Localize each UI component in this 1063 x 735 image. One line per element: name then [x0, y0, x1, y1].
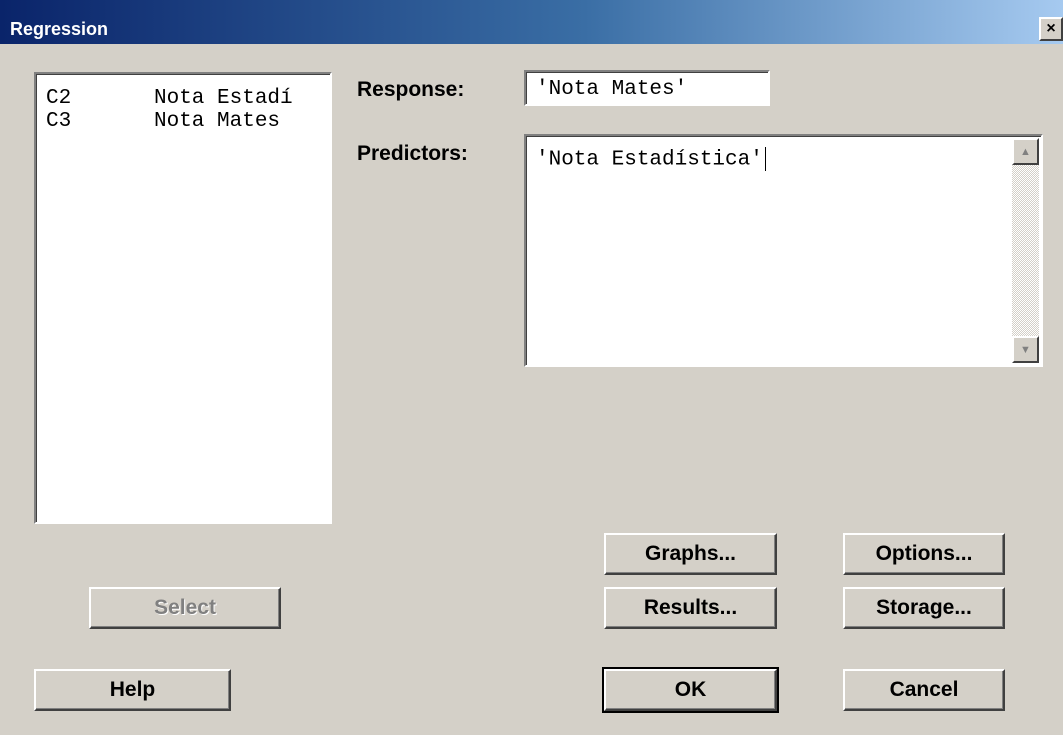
response-value: 'Nota Mates': [536, 78, 688, 101]
column-name: Nota Estadí: [154, 87, 293, 110]
predictors-value: 'Nota Estadística': [536, 147, 766, 171]
storage-button[interactable]: Storage...: [843, 587, 1005, 629]
list-item[interactable]: C2 Nota Estadí: [46, 88, 293, 109]
scroll-up-icon[interactable]: ▲: [1012, 138, 1039, 165]
list-item[interactable]: C3 Nota Mates: [46, 111, 280, 132]
select-button[interactable]: Select: [89, 587, 281, 629]
window-title: Regression: [10, 19, 109, 39]
help-button[interactable]: Help: [34, 669, 231, 711]
column-id: C2: [46, 87, 72, 110]
column-name: Nota Mates: [154, 110, 281, 133]
regression-dialog: Regression × C2 Nota Estadí C3 Nota Mates …: [0, 0, 1063, 735]
graphs-button[interactable]: Graphs...: [604, 533, 777, 575]
predictors-field[interactable]: 'Nota Estadística' ▲ ▼: [524, 134, 1043, 367]
title-bar[interactable]: Regression ×: [0, 0, 1063, 44]
options-button[interactable]: Options...: [843, 533, 1005, 575]
cancel-button[interactable]: Cancel: [843, 669, 1005, 711]
text-cursor: [764, 147, 766, 171]
predictors-scrollbar[interactable]: ▲ ▼: [1012, 138, 1039, 363]
response-label: Response:: [357, 78, 465, 101]
column-id: C3: [46, 110, 72, 133]
ok-button[interactable]: OK: [602, 667, 779, 713]
predictors-label: Predictors:: [357, 142, 468, 165]
scroll-down-icon[interactable]: ▼: [1012, 336, 1039, 363]
results-button[interactable]: Results...: [604, 587, 777, 629]
response-field[interactable]: 'Nota Mates': [524, 70, 770, 106]
close-icon[interactable]: ×: [1039, 17, 1063, 41]
column-list[interactable]: C2 Nota Estadí C3 Nota Mates: [34, 72, 332, 524]
predictors-text: 'Nota Estadística': [536, 148, 763, 172]
